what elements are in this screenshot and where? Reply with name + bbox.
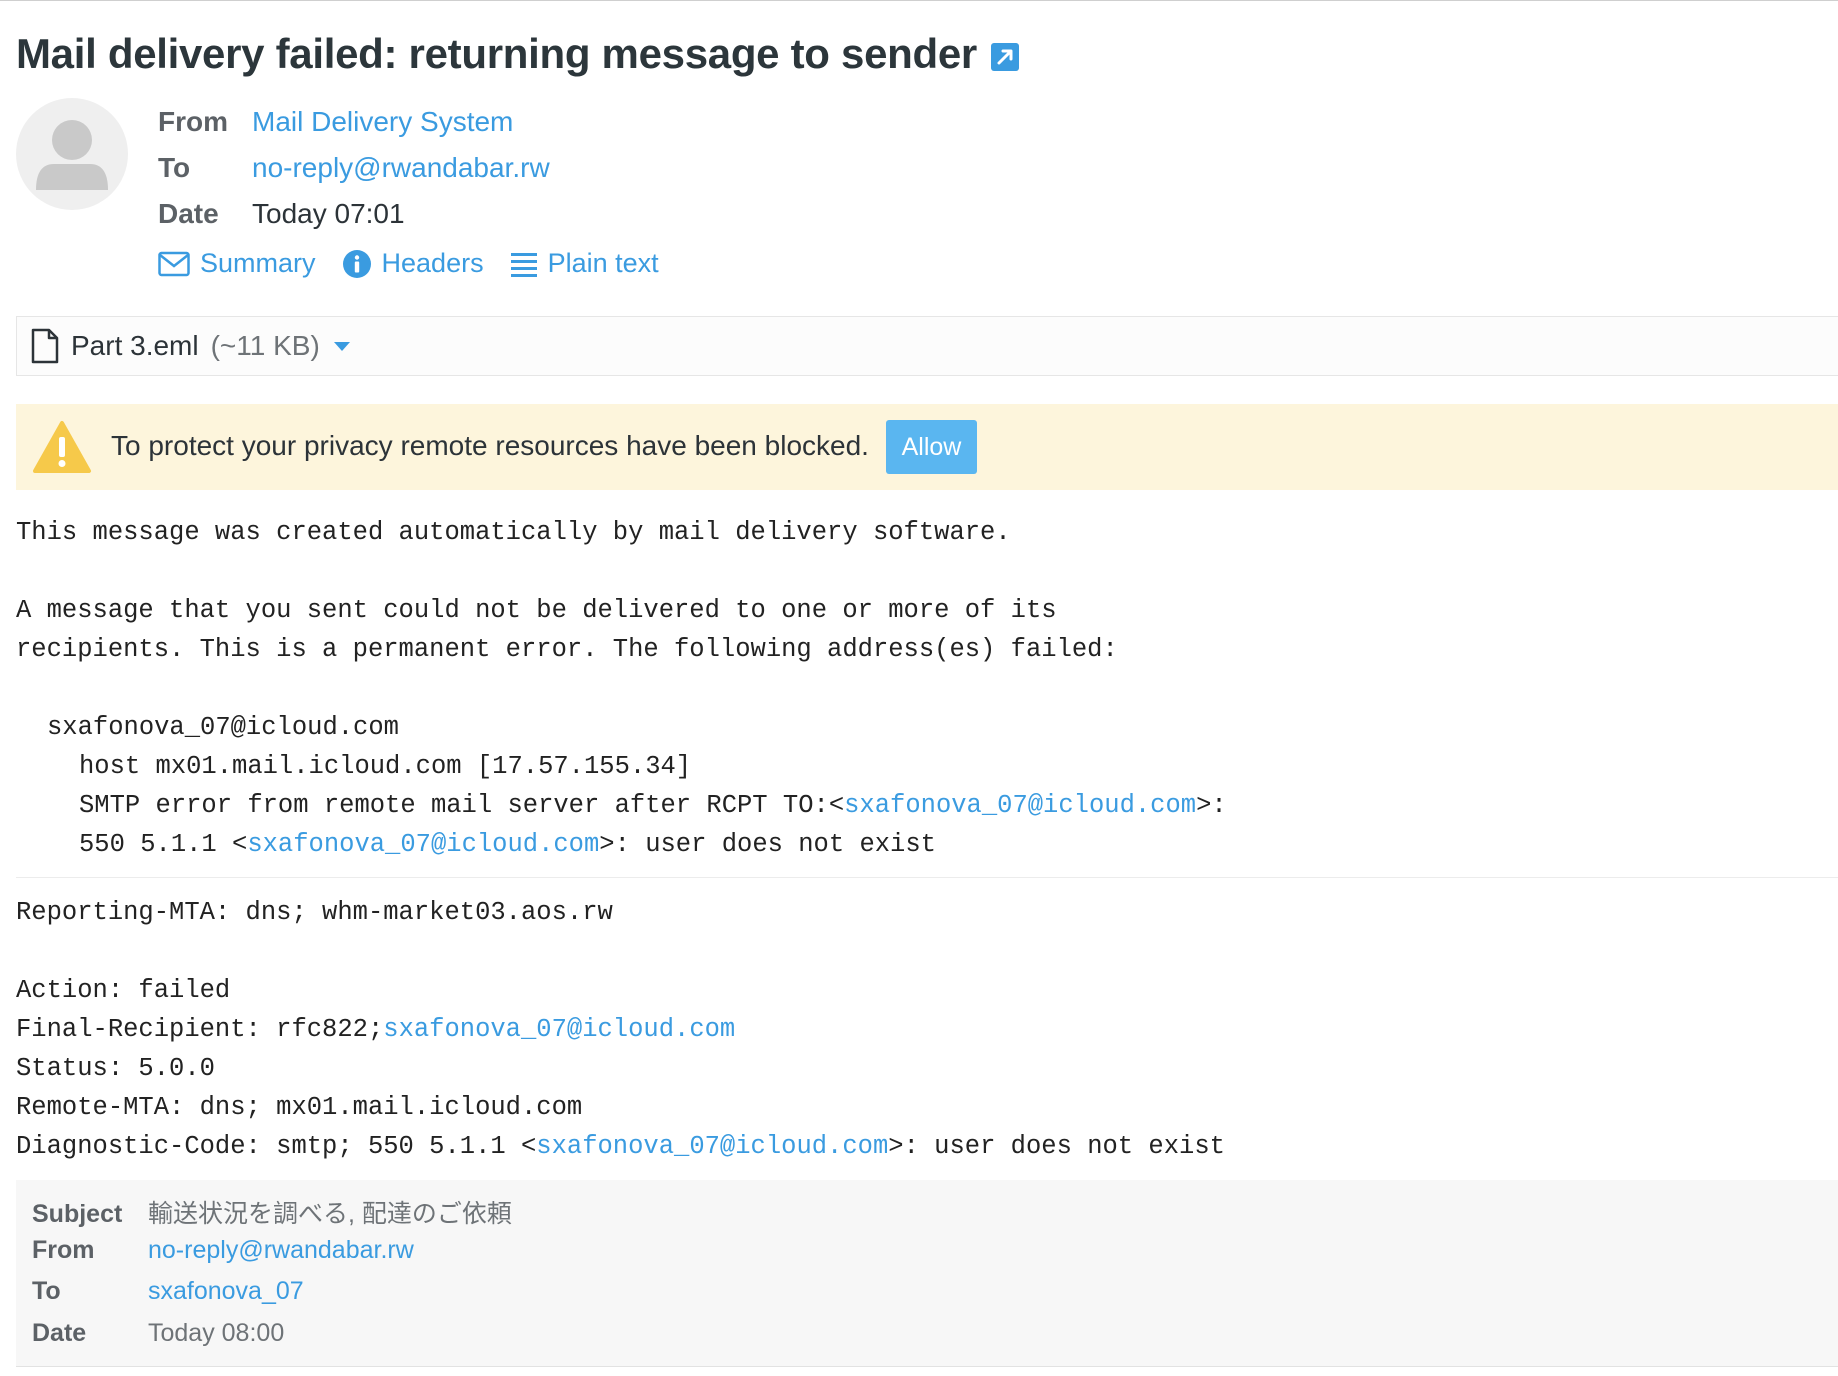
privacy-warning-bar: To protect your privacy remote resources…: [16, 404, 1838, 490]
header-date-row: Date Today 07:01: [158, 198, 405, 230]
original-from-label: From: [32, 1236, 95, 1264]
view-options: Summary Headers Plain text: [158, 248, 659, 279]
list-lines-icon: [510, 252, 537, 277]
summary-label: Summary: [200, 248, 316, 278]
original-subject-row: Subject 輸送状況を調べる, 配達のご依頼: [32, 1194, 512, 1230]
failed-address-link[interactable]: sxafonova_07@icloud.com: [47, 713, 399, 742]
smtp-error-prefix: SMTP error from remote mail server after…: [79, 791, 845, 820]
allow-remote-resources-button[interactable]: Allow: [886, 420, 977, 474]
status-line: Status: 5.0.0: [16, 1054, 215, 1083]
open-in-new-window-icon[interactable]: [990, 42, 1019, 71]
person-placeholder-icon: [36, 120, 108, 190]
error-code-address-link[interactable]: sxafonova_07@icloud.com: [247, 830, 599, 859]
original-subject-label: Subject: [32, 1200, 123, 1228]
original-message-headers: Subject 輸送状況を調べる, 配達のご依頼 From no-reply@rwa…: [16, 1180, 1838, 1367]
smtp-address-link[interactable]: sxafonova_07@icloud.com: [844, 791, 1196, 820]
plain-text-label: Plain text: [547, 248, 659, 278]
original-to-link[interactable]: sxafonova_07: [148, 1277, 304, 1305]
reporting-mta-line: Reporting-MTA: dns; whm-market03.aos.rw: [16, 898, 613, 927]
attachment-bar: Part 3.eml (~11 KB): [16, 316, 1838, 376]
file-icon: [31, 328, 59, 364]
error-code-suffix: >: user does not exist: [599, 830, 936, 859]
diagnostic-address-link[interactable]: sxafonova_07@icloud.com: [536, 1132, 888, 1161]
original-date-value: Today 08:00: [148, 1319, 285, 1347]
original-to-label: To: [32, 1277, 61, 1305]
final-recipient-line: Final-Recipient: rfc822;sxafonova_07@icl…: [16, 1015, 735, 1044]
attachment-size: (~11 KB): [210, 330, 320, 361]
from-sender-link[interactable]: Mail Delivery System: [252, 106, 513, 137]
smtp-error-suffix: >:: [1196, 791, 1227, 820]
error-code-line: 550 5.1.1 <sxafonova_07@icloud.com>: use…: [79, 830, 936, 859]
from-label: From: [158, 106, 228, 137]
message-subject: Mail delivery failed: returning message …: [16, 30, 1019, 78]
date-label: Date: [158, 198, 219, 229]
final-recipient-link[interactable]: sxafonova_07@icloud.com: [383, 1015, 735, 1044]
attachment-name[interactable]: Part 3.eml: [71, 330, 199, 362]
diagnostic-suffix: >: user does not exist: [888, 1132, 1225, 1161]
to-label: To: [158, 152, 191, 183]
to-recipient-link[interactable]: no-reply@rwandabar.rw: [252, 152, 550, 183]
remote-mta-line: Remote-MTA: dns; mx01.mail.icloud.com: [16, 1093, 583, 1122]
original-date-label: Date: [32, 1319, 87, 1347]
body-line-1: This message was created automatically b…: [16, 518, 1011, 547]
original-from-row: From no-reply@rwandabar.rw: [32, 1236, 414, 1265]
action-line: Action: failed: [16, 976, 231, 1005]
body-line-2: A message that you sent could not be del…: [16, 596, 1057, 625]
privacy-warning-text: To protect your privacy remote resources…: [111, 430, 869, 461]
headers-label: Headers: [381, 248, 484, 278]
report-divider: [16, 877, 1838, 878]
diagnostic-prefix: Diagnostic-Code: smtp; 550 5.1.1 <: [16, 1132, 537, 1161]
warning-icon: [33, 421, 91, 473]
diagnostic-code-line: Diagnostic-Code: smtp; 550 5.1.1 <sxafon…: [16, 1132, 1225, 1161]
envelope-icon: [158, 251, 190, 276]
top-divider: [0, 0, 1838, 6]
final-recipient-prefix: Final-Recipient: rfc822;: [16, 1015, 384, 1044]
plain-text-view-button[interactable]: Plain text: [510, 248, 659, 279]
smtp-error-line: SMTP error from remote mail server after…: [79, 791, 1227, 820]
headers-view-button[interactable]: Headers: [342, 248, 484, 279]
original-to-row: To sxafonova_07: [32, 1277, 304, 1306]
original-date-row: Date Today 08:00: [32, 1319, 284, 1348]
header-to-row: To no-reply@rwandabar.rw: [158, 152, 550, 184]
error-code-prefix: 550 5.1.1 <: [79, 830, 248, 859]
header-from-row: From Mail Delivery System: [158, 106, 513, 138]
info-icon: [342, 249, 371, 278]
sender-avatar: [16, 98, 128, 210]
original-subject-value: 輸送状況を調べる, 配達のご依頼: [148, 1200, 512, 1228]
summary-view-button[interactable]: Summary: [158, 248, 316, 279]
subject-text: Mail delivery failed: returning message …: [16, 30, 977, 77]
host-line: host mx01.mail.icloud.com [17.57.155.34]: [79, 752, 692, 781]
date-value: Today 07:01: [252, 198, 405, 229]
chevron-down-icon[interactable]: [332, 339, 352, 353]
body-line-3: recipients. This is a permanent error. T…: [16, 635, 1118, 664]
attachment-item[interactable]: Part 3.eml (~11 KB): [31, 328, 352, 364]
original-from-link[interactable]: no-reply@rwandabar.rw: [148, 1236, 414, 1264]
